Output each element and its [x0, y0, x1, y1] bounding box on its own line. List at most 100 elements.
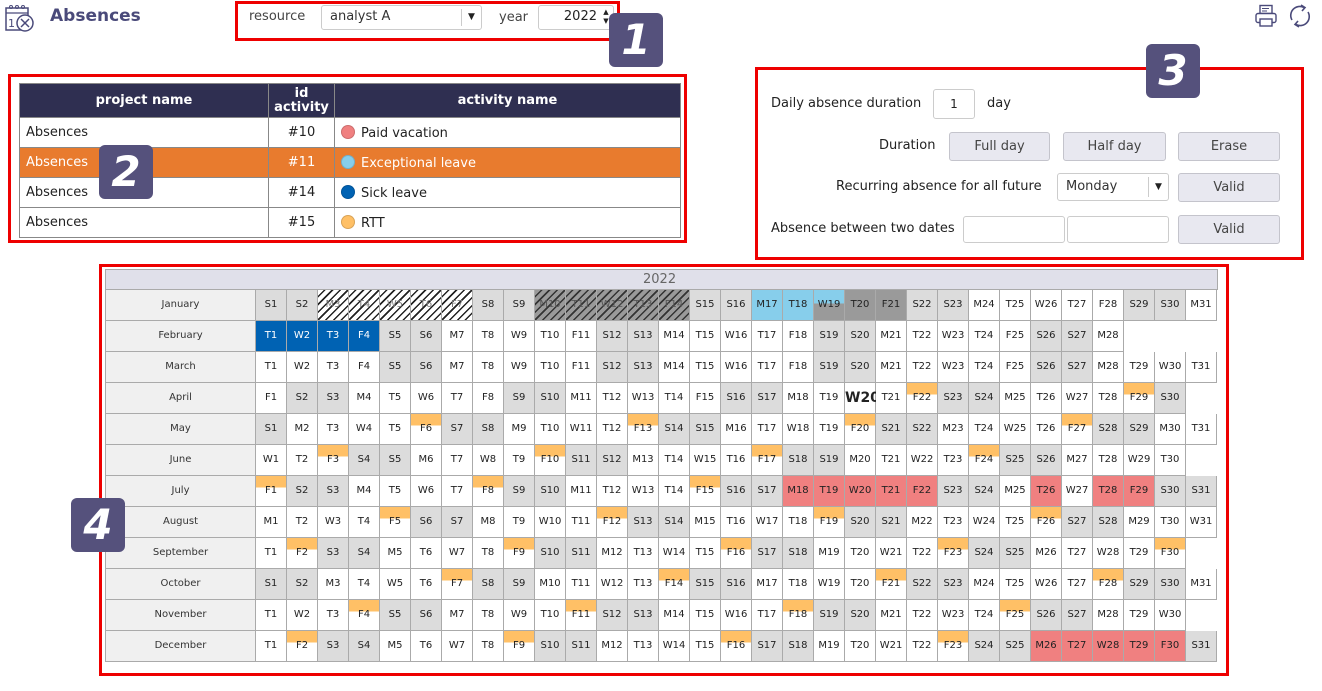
calendar-day-cell[interactable]: F14	[659, 569, 690, 600]
calendar-day-cell[interactable]: T10	[535, 321, 566, 352]
calendar-day-cell[interactable]: T28	[1093, 445, 1124, 476]
calendar-day-cell[interactable]: W28	[1093, 631, 1124, 662]
calendar-day-cell[interactable]: W11	[566, 414, 597, 445]
calendar-day-cell[interactable]: T23	[938, 445, 969, 476]
calendar-day-cell[interactable]: F17	[752, 445, 783, 476]
calendar-day-cell[interactable]: S21	[876, 507, 907, 538]
calendar-day-cell[interactable]: S23	[938, 290, 969, 321]
calendar-day-cell[interactable]: W25	[1000, 414, 1031, 445]
calendar-day-cell[interactable]: S24	[969, 476, 1000, 507]
calendar-day-cell[interactable]: M26	[1031, 538, 1062, 569]
calendar-day-cell[interactable]: T13	[628, 290, 659, 321]
calendar-day-cell[interactable]: S24	[969, 631, 1000, 662]
calendar-day-cell[interactable]: S15	[690, 569, 721, 600]
calendar-day-cell[interactable]: M27	[1062, 445, 1093, 476]
calendar-day-cell[interactable]: F4	[349, 352, 380, 383]
calendar-day-cell[interactable]: W4	[349, 414, 380, 445]
calendar-day-cell[interactable]: M19	[814, 631, 845, 662]
calendar-day-cell[interactable]: M5	[380, 538, 411, 569]
calendar-day-cell[interactable]: S25	[1000, 631, 1031, 662]
calendar-day-cell[interactable]: F29	[1124, 383, 1155, 414]
calendar-day-cell[interactable]: W17	[752, 507, 783, 538]
calendar-day-cell[interactable]: T26	[1031, 476, 1062, 507]
calendar-day-cell[interactable]: T22	[907, 321, 938, 352]
calendar-day-cell[interactable]: M1	[256, 507, 287, 538]
calendar-day-cell[interactable]: S7	[442, 507, 473, 538]
calendar-day-cell[interactable]: F2	[287, 631, 318, 662]
calendar-day-cell[interactable]: T27	[1062, 569, 1093, 600]
calendar-day-cell[interactable]: S1	[256, 414, 287, 445]
calendar-day-cell[interactable]: W7	[442, 631, 473, 662]
calendar-day-cell[interactable]: T6	[411, 631, 442, 662]
calendar-day-cell[interactable]: F25	[1000, 600, 1031, 631]
calendar-day-cell[interactable]: T18	[783, 507, 814, 538]
calendar-day-cell[interactable]: S31	[1186, 476, 1217, 507]
calendar-day-cell[interactable]: W19	[814, 569, 845, 600]
calendar-day-cell[interactable]: M2	[287, 414, 318, 445]
calendar-day-cell[interactable]: W22	[907, 445, 938, 476]
calendar-day-cell[interactable]: S5	[380, 321, 411, 352]
calendar-day-cell[interactable]: W2	[287, 352, 318, 383]
calendar-day-cell[interactable]: T28	[1093, 476, 1124, 507]
calendar-day-cell[interactable]: T18	[783, 569, 814, 600]
calendar-day-cell[interactable]: T7	[442, 476, 473, 507]
calendar-day-cell[interactable]: T25	[1000, 507, 1031, 538]
printer-icon[interactable]	[1254, 4, 1278, 28]
calendar-day-cell[interactable]: S14	[659, 414, 690, 445]
calendar-day-cell[interactable]: S11	[566, 538, 597, 569]
calendar-day-cell[interactable]: S12	[597, 352, 628, 383]
calendar-day-cell[interactable]: S18	[783, 631, 814, 662]
column-header-activity[interactable]: activity name	[334, 83, 681, 118]
calendar-day-cell[interactable]: T8	[473, 631, 504, 662]
calendar-day-cell[interactable]: M9	[504, 414, 535, 445]
calendar-day-cell[interactable]: T20	[845, 569, 876, 600]
calendar-day-cell[interactable]: S16	[721, 383, 752, 414]
calendar-day-cell[interactable]: S19	[814, 321, 845, 352]
calendar-day-cell[interactable]: T20	[845, 290, 876, 321]
calendar-day-cell[interactable]: M28	[1093, 352, 1124, 383]
calendar-day-cell[interactable]: T17	[752, 352, 783, 383]
calendar-day-cell[interactable]: F12	[597, 507, 628, 538]
calendar-day-cell[interactable]: M4	[349, 476, 380, 507]
calendar-day-cell[interactable]: S22	[907, 414, 938, 445]
calendar-day-cell[interactable]: S20	[845, 321, 876, 352]
calendar-day-cell[interactable]: F22	[907, 383, 938, 414]
calendar-day-cell[interactable]: S20	[845, 507, 876, 538]
calendar-day-cell[interactable]: T1	[256, 538, 287, 569]
calendar-day-cell[interactable]: M25	[1000, 476, 1031, 507]
calendar-day-cell[interactable]: M23	[938, 414, 969, 445]
calendar-day-cell[interactable]: T6	[411, 569, 442, 600]
calendar-day-cell[interactable]: T15	[690, 538, 721, 569]
calendar-day-cell[interactable]: M3	[318, 569, 349, 600]
calendar-day-cell[interactable]: M31	[1186, 569, 1217, 600]
calendar-day-cell[interactable]: F30	[1155, 631, 1186, 662]
calendar-day-cell[interactable]: S18	[783, 538, 814, 569]
calendar-day-cell[interactable]: F13	[628, 414, 659, 445]
calendar-day-cell[interactable]: M15	[690, 507, 721, 538]
calendar-day-cell[interactable]: M21	[876, 352, 907, 383]
calendar-day-cell[interactable]: S9	[504, 569, 535, 600]
calendar-day-cell[interactable]: F16	[721, 538, 752, 569]
calendar-day-cell[interactable]: T1	[256, 631, 287, 662]
calendar-day-cell[interactable]: F28	[1093, 569, 1124, 600]
calendar-day-cell[interactable]: T8	[473, 352, 504, 383]
calendar-day-cell[interactable]: S19	[814, 600, 845, 631]
calendar-day-cell[interactable]: F7	[442, 569, 473, 600]
calendar-day-cell[interactable]: M11	[566, 476, 597, 507]
calendar-day-cell[interactable]: W23	[938, 352, 969, 383]
calendar-day-cell[interactable]: S24	[969, 538, 1000, 569]
calendar-day-cell[interactable]: M5	[380, 631, 411, 662]
calendar-day-cell[interactable]: W30	[1155, 352, 1186, 383]
calendar-day-cell[interactable]: S5	[380, 600, 411, 631]
calendar-day-cell[interactable]: F23	[938, 631, 969, 662]
calendar-day-cell[interactable]: M25	[1000, 383, 1031, 414]
calendar-day-cell[interactable]: S30	[1155, 569, 1186, 600]
calendar-day-cell[interactable]: T10	[535, 352, 566, 383]
activity-row[interactable]: Absences #10 Paid vacation	[19, 117, 681, 148]
calendar-day-cell[interactable]: W27	[1062, 476, 1093, 507]
calendar-day-cell[interactable]: S25	[1000, 538, 1031, 569]
calendar-day-cell[interactable]: M10	[535, 569, 566, 600]
calendar-day-cell[interactable]: S23	[938, 383, 969, 414]
calendar-day-cell[interactable]: T12	[597, 414, 628, 445]
date-to-input[interactable]	[1067, 216, 1169, 243]
